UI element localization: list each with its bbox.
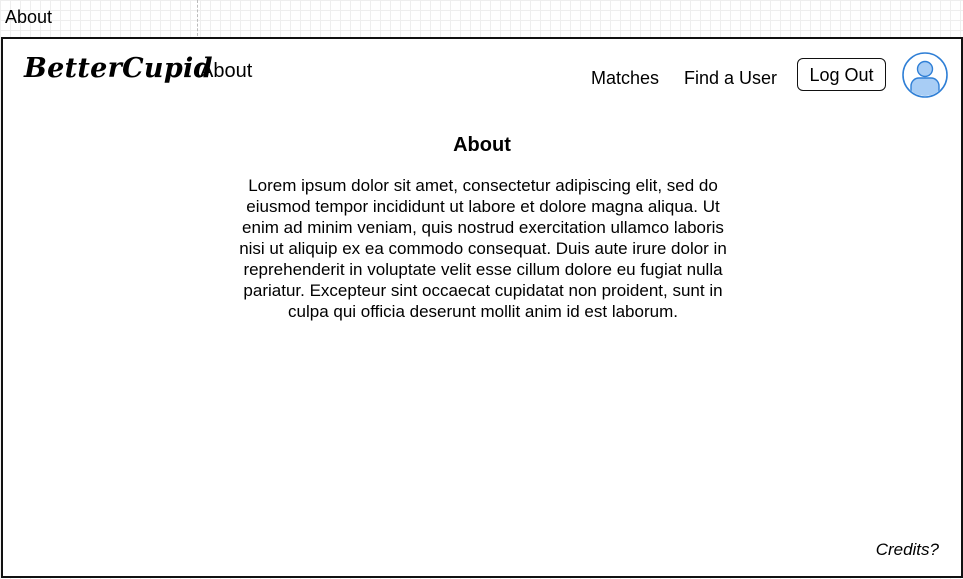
user-avatar-svg (902, 52, 948, 98)
credits-link[interactable]: Credits? (876, 540, 939, 560)
guide-line (197, 0, 198, 36)
app-frame: BetterCupid About Matches Find a User Lo… (1, 37, 963, 578)
brand-logo[interactable]: BetterCupid (24, 51, 213, 87)
nav-link-about[interactable]: About (200, 59, 252, 83)
canvas: About BetterCupid About Matches Find a U… (0, 0, 963, 579)
user-avatar-icon[interactable] (902, 52, 948, 98)
logout-button[interactable]: Log Out (797, 58, 886, 91)
page-title: About (453, 134, 511, 156)
nav-link-find-user[interactable]: Find a User (684, 67, 777, 89)
page-label: About (5, 7, 53, 27)
about-body-text: Lorem ipsum dolor sit amet, consectetur … (239, 176, 727, 321)
nav-link-matches[interactable]: Matches (591, 67, 659, 89)
